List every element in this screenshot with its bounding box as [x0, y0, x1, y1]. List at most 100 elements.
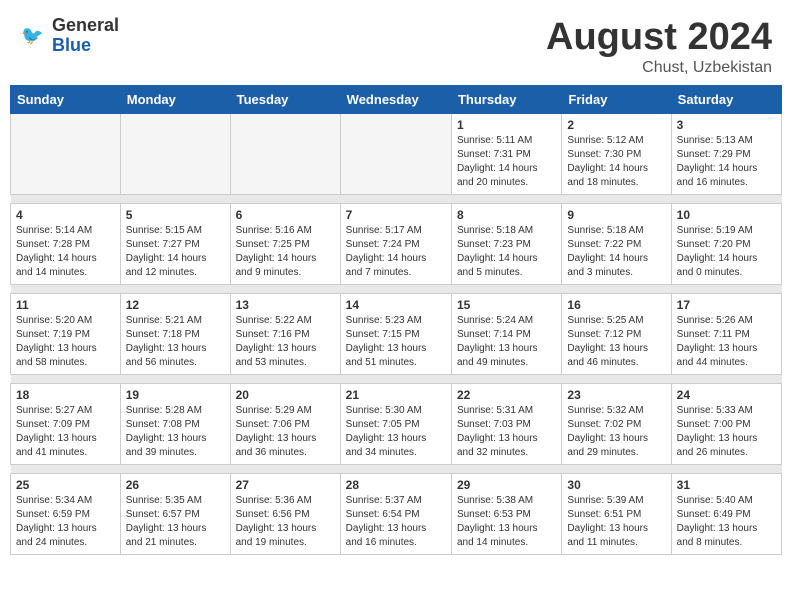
calendar-wrapper: SundayMondayTuesdayWednesdayThursdayFrid…	[0, 85, 792, 565]
logo-blue-text: Blue	[52, 35, 91, 55]
weekday-header-friday: Friday	[562, 86, 671, 114]
day-info: Sunrise: 5:21 AM Sunset: 7:18 PM Dayligh…	[126, 314, 225, 370]
day-number: 19	[126, 388, 225, 402]
day-info: Sunrise: 5:20 AM Sunset: 7:19 PM Dayligh…	[16, 314, 115, 370]
calendar-day: 11 Sunrise: 5:20 AM Sunset: 7:19 PM Dayli…	[11, 294, 121, 375]
day-number: 28	[346, 478, 446, 492]
day-info: Sunrise: 5:32 AM Sunset: 7:02 PM Dayligh…	[567, 404, 665, 460]
weekday-header-saturday: Saturday	[671, 86, 781, 114]
day-number: 12	[126, 298, 225, 312]
calendar-day: 25Sunrise: 5:34 AM Sunset: 6:59 PM Dayli…	[11, 474, 121, 555]
calendar-day: 27Sunrise: 5:36 AM Sunset: 6:56 PM Dayli…	[230, 474, 340, 555]
calendar-day: 7Sunrise: 5:17 AM Sunset: 7:24 PM Daylig…	[340, 204, 451, 285]
day-info: Sunrise: 5:12 AM Sunset: 7:30 PM Dayligh…	[567, 134, 665, 190]
day-number: 17	[677, 298, 776, 312]
calendar-week-1: 1Sunrise: 5:11 AM Sunset: 7:31 PM Daylig…	[11, 114, 782, 195]
calendar-day: 3Sunrise: 5:13 AM Sunset: 7:29 PM Daylig…	[671, 114, 781, 195]
calendar-day: 5 Sunrise: 5:15 AM Sunset: 7:27 PM Daylig…	[120, 204, 230, 285]
calendar-day: 22 Sunrise: 5:31 AM Sunset: 7:03 PM Dayli…	[451, 384, 561, 465]
calendar-day: 15Sunrise: 5:24 AM Sunset: 7:14 PM Dayli…	[451, 294, 561, 375]
calendar-day	[230, 114, 340, 195]
calendar-day: 9 Sunrise: 5:18 AM Sunset: 7:22 PM Daylig…	[562, 204, 671, 285]
day-info: Sunrise: 5:35 AM Sunset: 6:57 PM Dayligh…	[126, 494, 225, 550]
day-info: Sunrise: 5:19 AM Sunset: 7:20 PM Dayligh…	[677, 224, 776, 280]
calendar-day: 18Sunrise: 5:27 AM Sunset: 7:09 PM Dayli…	[11, 384, 121, 465]
title-block: August 2024 Chust, Uzbekistan	[546, 16, 772, 77]
day-number: 26	[126, 478, 225, 492]
calendar-day: 20Sunrise: 5:29 AM Sunset: 7:06 PM Dayli…	[230, 384, 340, 465]
spacer-cell	[11, 285, 782, 294]
day-info: Sunrise: 5:39 AM Sunset: 6:51 PM Dayligh…	[567, 494, 665, 550]
day-info: Sunrise: 5:24 AM Sunset: 7:14 PM Dayligh…	[457, 314, 556, 370]
calendar-day: 29 Sunrise: 5:38 AM Sunset: 6:53 PM Dayli…	[451, 474, 561, 555]
logo-icon: 🐦	[20, 22, 48, 50]
calendar-table: SundayMondayTuesdayWednesdayThursdayFrid…	[10, 85, 782, 555]
calendar-day: 13Sunrise: 5:22 AM Sunset: 7:16 PM Dayli…	[230, 294, 340, 375]
calendar-day	[11, 114, 121, 195]
day-number: 23	[567, 388, 665, 402]
calendar-day: 14 Sunrise: 5:23 AM Sunset: 7:15 PM Dayli…	[340, 294, 451, 375]
calendar-week-5: 25Sunrise: 5:34 AM Sunset: 6:59 PM Dayli…	[11, 474, 782, 555]
spacer-cell	[11, 465, 782, 474]
day-info: Sunrise: 5:38 AM Sunset: 6:53 PM Dayligh…	[457, 494, 556, 550]
calendar-week-4: 18Sunrise: 5:27 AM Sunset: 7:09 PM Dayli…	[11, 384, 782, 465]
day-number: 9	[567, 208, 665, 222]
calendar-day: 26 Sunrise: 5:35 AM Sunset: 6:57 PM Dayli…	[120, 474, 230, 555]
calendar-day: 16 Sunrise: 5:25 AM Sunset: 7:12 PM Dayli…	[562, 294, 671, 375]
day-number: 27	[236, 478, 335, 492]
day-info: Sunrise: 5:14 AM Sunset: 7:28 PM Dayligh…	[16, 224, 115, 280]
calendar-spacer-row	[11, 375, 782, 384]
day-info: Sunrise: 5:23 AM Sunset: 7:15 PM Dayligh…	[346, 314, 446, 370]
main-title: August 2024	[546, 16, 772, 59]
day-info: Sunrise: 5:16 AM Sunset: 7:25 PM Dayligh…	[236, 224, 335, 280]
calendar-week-2: 4 Sunrise: 5:14 AM Sunset: 7:28 PM Daylig…	[11, 204, 782, 285]
day-number: 29	[457, 478, 556, 492]
day-info: Sunrise: 5:13 AM Sunset: 7:29 PM Dayligh…	[677, 134, 776, 190]
day-info: Sunrise: 5:18 AM Sunset: 7:22 PM Dayligh…	[567, 224, 665, 280]
day-number: 31	[677, 478, 776, 492]
day-number: 25	[16, 478, 115, 492]
day-info: Sunrise: 5:18 AM Sunset: 7:23 PM Dayligh…	[457, 224, 556, 280]
day-info: Sunrise: 5:37 AM Sunset: 6:54 PM Dayligh…	[346, 494, 446, 550]
weekday-header-monday: Monday	[120, 86, 230, 114]
day-number: 30	[567, 478, 665, 492]
day-info: Sunrise: 5:25 AM Sunset: 7:12 PM Dayligh…	[567, 314, 665, 370]
calendar-day: 6 Sunrise: 5:16 AM Sunset: 7:25 PM Daylig…	[230, 204, 340, 285]
day-info: Sunrise: 5:15 AM Sunset: 7:27 PM Dayligh…	[126, 224, 225, 280]
calendar-day	[120, 114, 230, 195]
day-number: 14	[346, 298, 446, 312]
calendar-week-3: 11 Sunrise: 5:20 AM Sunset: 7:19 PM Dayli…	[11, 294, 782, 375]
day-info: Sunrise: 5:40 AM Sunset: 6:49 PM Dayligh…	[677, 494, 776, 550]
calendar-day: 30 Sunrise: 5:39 AM Sunset: 6:51 PM Dayli…	[562, 474, 671, 555]
day-number: 18	[16, 388, 115, 402]
calendar-day: 4 Sunrise: 5:14 AM Sunset: 7:28 PM Daylig…	[11, 204, 121, 285]
calendar-day: 17Sunrise: 5:26 AM Sunset: 7:11 PM Dayli…	[671, 294, 781, 375]
weekday-header-thursday: Thursday	[451, 86, 561, 114]
day-number: 5	[126, 208, 225, 222]
weekday-header-row: SundayMondayTuesdayWednesdayThursdayFrid…	[11, 86, 782, 114]
day-number: 22	[457, 388, 556, 402]
calendar-day: 1Sunrise: 5:11 AM Sunset: 7:31 PM Daylig…	[451, 114, 561, 195]
calendar-day: 28 Sunrise: 5:37 AM Sunset: 6:54 PM Dayli…	[340, 474, 451, 555]
day-info: Sunrise: 5:33 AM Sunset: 7:00 PM Dayligh…	[677, 404, 776, 460]
calendar-day	[340, 114, 451, 195]
calendar-day: 8 Sunrise: 5:18 AM Sunset: 7:23 PM Daylig…	[451, 204, 561, 285]
calendar-spacer-row	[11, 195, 782, 204]
logo: 🐦 General Blue	[20, 16, 119, 56]
day-info: Sunrise: 5:31 AM Sunset: 7:03 PM Dayligh…	[457, 404, 556, 460]
calendar-day: 19 Sunrise: 5:28 AM Sunset: 7:08 PM Dayli…	[120, 384, 230, 465]
day-number: 16	[567, 298, 665, 312]
day-number: 11	[16, 298, 115, 312]
day-number: 6	[236, 208, 335, 222]
day-info: Sunrise: 5:28 AM Sunset: 7:08 PM Dayligh…	[126, 404, 225, 460]
calendar-spacer-row	[11, 285, 782, 294]
page-header: 🐦 General Blue August 2024 Chust, Uzbeki…	[0, 0, 792, 85]
weekday-header-tuesday: Tuesday	[230, 86, 340, 114]
spacer-cell	[11, 195, 782, 204]
day-number: 8	[457, 208, 556, 222]
weekday-header-sunday: Sunday	[11, 86, 121, 114]
calendar-day: 24Sunrise: 5:33 AM Sunset: 7:00 PM Dayli…	[671, 384, 781, 465]
day-info: Sunrise: 5:22 AM Sunset: 7:16 PM Dayligh…	[236, 314, 335, 370]
day-number: 4	[16, 208, 115, 222]
calendar-day: 12 Sunrise: 5:21 AM Sunset: 7:18 PM Dayli…	[120, 294, 230, 375]
